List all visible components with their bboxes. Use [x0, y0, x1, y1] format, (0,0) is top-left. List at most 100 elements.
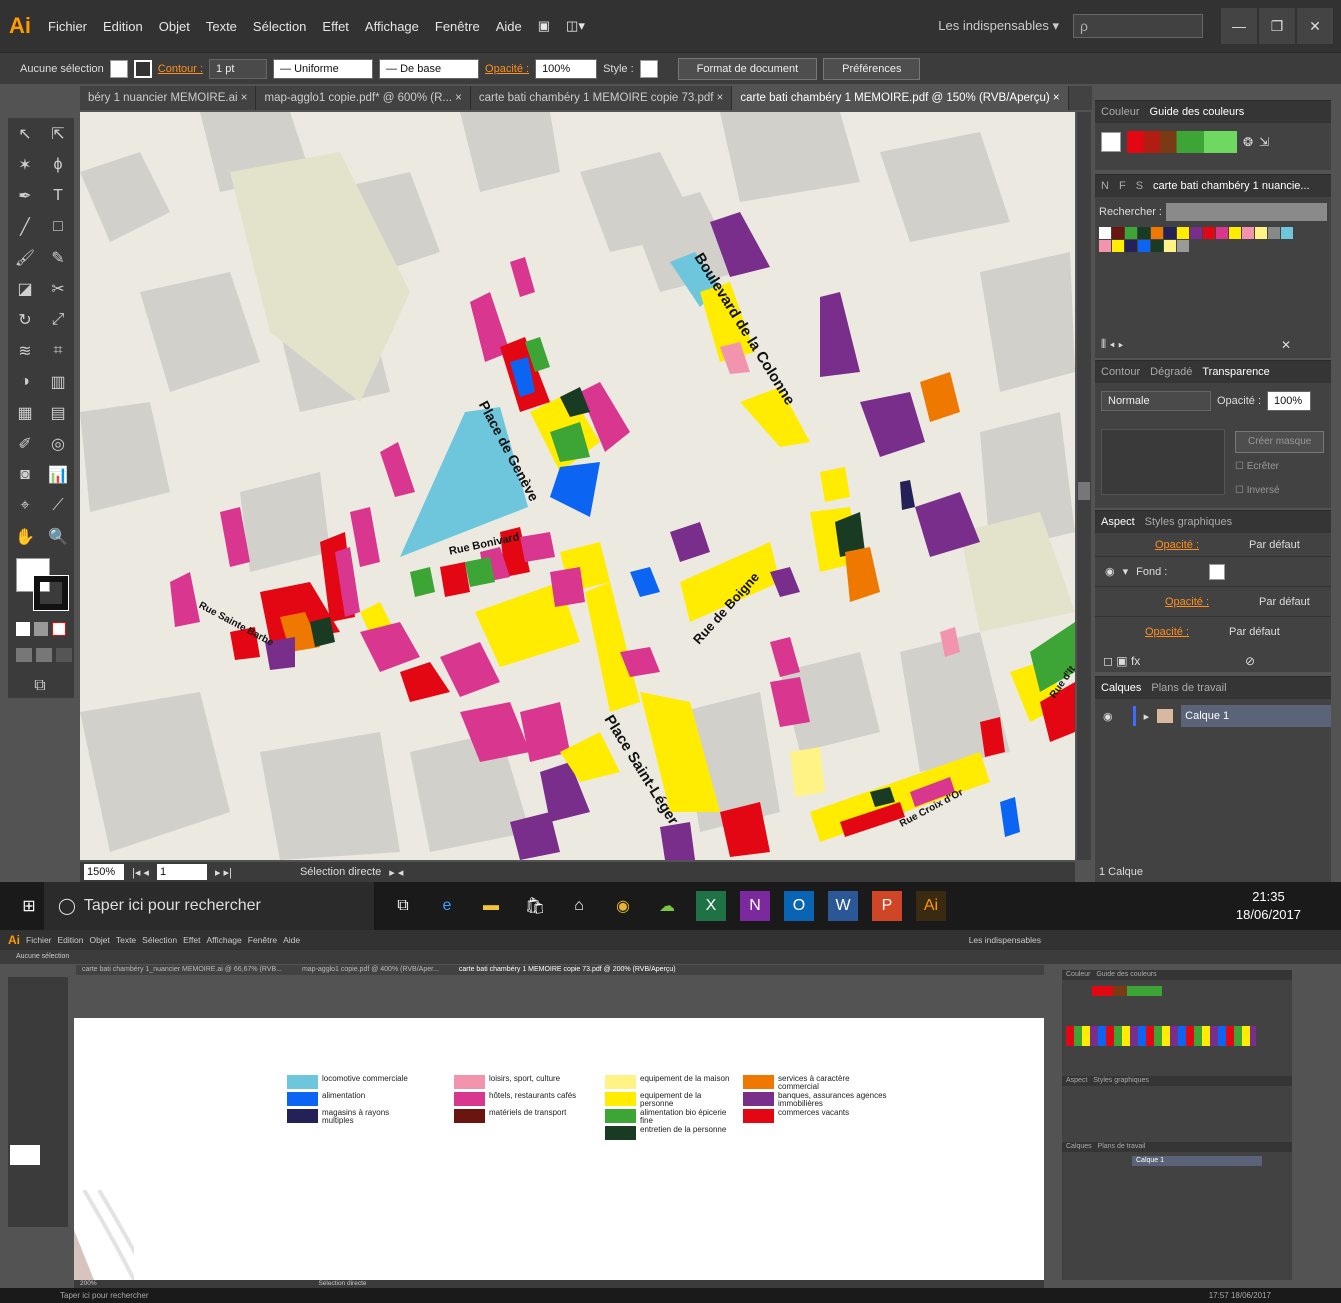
aspect-footer-icons[interactable]: ◻ ▣ fx [1103, 654, 1140, 668]
harmony-colors-bar[interactable] [1127, 131, 1237, 153]
artboard-number-field[interactable]: 1 [156, 864, 207, 880]
tab-s[interactable]: S [1136, 180, 1143, 192]
opacity-link[interactable]: Opacité : [485, 63, 529, 75]
tab-degrade[interactable]: Dégradé [1150, 366, 1192, 378]
menu-effet-2[interactable]: Effet [183, 935, 200, 945]
shape-builder-icon[interactable]: ◑ [11, 368, 39, 396]
workspace-switcher-2[interactable]: Les indispensables [969, 935, 1041, 945]
layer-row[interactable]: ◉ ▸ Calque 1 [1095, 705, 1331, 727]
tab-guide-couleurs[interactable]: Guide des couleurs [1150, 106, 1245, 118]
taskbar-search[interactable]: ◯ Taper ici pour rechercher [44, 882, 374, 930]
line-tool-icon[interactable]: ╱ [11, 213, 39, 241]
swatch-grid[interactable] [1099, 227, 1304, 252]
visibility-eye-icon[interactable]: ◉ [1105, 565, 1115, 578]
taskbar-clock[interactable]: 21:35 18/06/2017 [1236, 888, 1301, 924]
swatch-library-icon[interactable]: ⫴ ◂ ▸ [1101, 337, 1124, 352]
layer-row-2[interactable]: Calque 1 [1132, 1156, 1262, 1166]
swatch-search-input[interactable] [1165, 203, 1327, 221]
color-wheel-icon[interactable]: ❂ [1243, 135, 1253, 149]
menu-affichage[interactable]: Affichage [357, 19, 427, 34]
tab-2-map-agglo[interactable]: map-agglo1 copie.pdf @ 400% (RVB/Aper... [302, 965, 439, 975]
stroke-weight-field[interactable]: 1 pt [209, 58, 268, 79]
menu-selection-2[interactable]: Sélection [142, 935, 177, 945]
cloud-app-icon[interactable]: ☁ [652, 891, 682, 921]
stroke-swatch[interactable] [133, 59, 152, 78]
style-swatch[interactable] [639, 59, 658, 78]
fill-stroke-widget[interactable] [12, 552, 74, 622]
draw-mode-buttons[interactable] [16, 648, 74, 662]
pen-tool-icon[interactable]: ✒ [11, 182, 39, 210]
eyedropper-icon[interactable]: ✐ [11, 430, 39, 458]
tab-carte-active[interactable]: carte bati chambéry 1 MEMOIRE.pdf @ 150%… [732, 86, 1069, 110]
onenote-icon[interactable]: N [740, 891, 770, 921]
powerpoint-icon[interactable]: P [872, 891, 902, 921]
illustrator-taskbar-icon[interactable]: Ai [916, 891, 946, 921]
zoom-tool-icon[interactable]: 🔍 [44, 523, 72, 551]
tab-map-agglo[interactable]: map-agglo1 copie.pdf* @ 600% (R... × [256, 86, 471, 110]
tab-contour[interactable]: Contour [1101, 366, 1140, 378]
arrange-icon[interactable]: ◫▾ [558, 18, 593, 34]
word-icon[interactable]: W [828, 891, 858, 921]
menu-texte-2[interactable]: Texte [116, 935, 136, 945]
zoom-field-2[interactable]: 200% [80, 1280, 97, 1287]
chrome-icon[interactable]: ◉ [608, 891, 638, 921]
nav-first-icon[interactable]: |◂ ◂ [132, 866, 149, 879]
menu-affichage-2[interactable]: Affichage [206, 935, 241, 945]
selection-tool-icon[interactable]: ↖ [11, 120, 39, 148]
expand-triangle-icon[interactable]: ▾ [1123, 565, 1129, 578]
scale-tool-icon[interactable]: ⤢ [44, 306, 72, 334]
tab-2-nuancier[interactable]: carte bati chambéry 1_nuancier MEMOIRE.a… [82, 965, 282, 975]
hand-tool-icon[interactable]: ✋ [11, 523, 39, 551]
fill-swatch[interactable] [109, 59, 128, 78]
brush-dropdown[interactable]: — De base [379, 58, 480, 79]
edge-icon[interactable]: e [432, 891, 462, 921]
map-artboard[interactable]: Boulevard de la Colonne Place de Genève … [80, 112, 1075, 860]
menu-objet-2[interactable]: Objet [90, 935, 110, 945]
store-icon[interactable]: 🛍 [520, 891, 550, 921]
column-graph-icon[interactable]: 📊 [44, 461, 72, 489]
layer-visibility-icon[interactable]: ◉ [1103, 710, 1113, 723]
aspect-fill-row[interactable]: ◉ ▾ Fond : [1095, 557, 1331, 587]
preferences-button[interactable]: Préférences [823, 57, 921, 80]
blend-mode-dropdown[interactable]: Normale [1101, 391, 1211, 411]
minimize-icon[interactable]: — [1221, 8, 1257, 44]
delete-swatch-icon[interactable]: ✕ [1281, 338, 1291, 352]
excel-icon[interactable]: X [696, 891, 726, 921]
aspect-opacity-link[interactable]: Opacité : [1155, 539, 1199, 551]
lasso-icon[interactable]: ϕ [44, 151, 72, 179]
tab-n[interactable]: N [1101, 180, 1109, 192]
restore-icon[interactable]: ❐ [1259, 8, 1295, 44]
contour-link[interactable]: Contour : [158, 63, 203, 75]
tab-nuancier[interactable]: béry 1 nuancier MEMOIRE.ai × [80, 86, 257, 110]
rotate-tool-icon[interactable]: ↻ [11, 306, 39, 334]
eraser-tool-icon[interactable]: ◪ [11, 275, 39, 303]
brush-tool-icon[interactable]: 🖌 [11, 244, 39, 272]
save-swatch-icon[interactable]: ⇲ [1259, 135, 1269, 149]
workspace-switcher[interactable]: Les indispensables ▾ [938, 18, 1059, 34]
tab-aspect[interactable]: Aspect [1101, 516, 1135, 528]
vertical-scrollbar[interactable] [1077, 112, 1091, 860]
clip-checkbox[interactable]: ☐ Ecrêter [1235, 461, 1279, 472]
layer-expand-icon[interactable]: ▸ [1144, 710, 1150, 723]
aspect-row[interactable]: Opacité : Par défaut [1095, 617, 1331, 647]
current-color-swatch[interactable] [1101, 132, 1121, 152]
file-explorer-icon[interactable]: ▬ [476, 891, 506, 921]
screen-mode-icon[interactable]: ⧉ [26, 672, 54, 700]
slice-tool-icon[interactable]: ⟋ [44, 492, 72, 520]
menu-aide[interactable]: Aide [488, 19, 530, 34]
legend-artboard[interactable]: locomotive commerciale alimentation maga… [74, 1018, 1044, 1280]
clear-appearance-icon[interactable]: ⊘ [1245, 654, 1255, 668]
tab-f[interactable]: F [1119, 180, 1126, 192]
mesh-tool-icon[interactable]: ▦ [11, 399, 39, 427]
help-search-input[interactable]: ρ [1073, 14, 1203, 38]
document-format-button[interactable]: Format de document [677, 57, 818, 80]
width-tool-icon[interactable]: ≋ [11, 337, 39, 365]
taskbar-search-2[interactable]: Taper ici pour rechercher [60, 1291, 148, 1300]
create-mask-button[interactable]: Créer masque [1235, 431, 1325, 453]
swatch-grid-2[interactable] [1066, 1026, 1256, 1046]
menu-fenetre-2[interactable]: Fenêtre [248, 935, 277, 945]
color-mode-buttons[interactable] [16, 622, 74, 636]
tab-2-carte-copie[interactable]: carte bati chambéry 1 MEMOIRE copie 73.p… [459, 965, 676, 975]
home-icon[interactable]: ⌂ [564, 891, 594, 921]
symbol-sprayer-icon[interactable]: ◙ [11, 461, 39, 489]
